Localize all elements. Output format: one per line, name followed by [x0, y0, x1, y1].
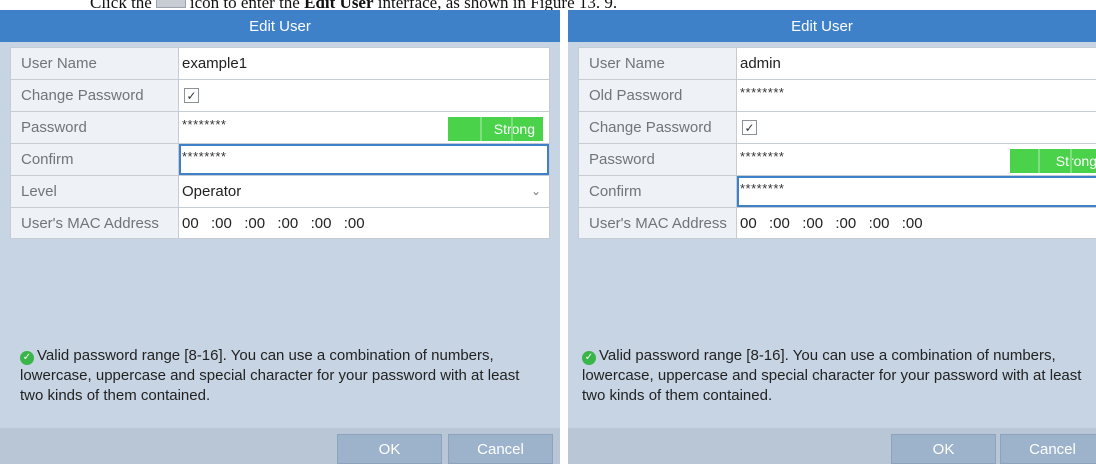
password-input[interactable]: ******** Strong — [179, 112, 549, 143]
password-label: Password — [11, 112, 179, 143]
dialog-footer: OK Cancel — [568, 428, 1096, 464]
level-value: Operator — [182, 183, 242, 200]
ok-button[interactable]: OK — [891, 434, 996, 464]
check-circle-icon: ✓ — [582, 351, 596, 365]
mac-address-label: User's MAC Address — [11, 208, 179, 238]
user-form: User Name admin Old Password ******** Ch… — [578, 47, 1096, 239]
confirm-row: Confirm ******** — [10, 143, 550, 175]
user-name-row: User Name example1 — [10, 47, 550, 79]
mac-address-input[interactable]: 00 :00 :00 :00 :00 :00 — [737, 208, 1096, 238]
dialog-footer: OK Cancel — [0, 428, 560, 464]
password-mask: ******** — [740, 149, 785, 164]
mac-address-row: User's MAC Address 00 :00 :00 :00 :00 :0… — [10, 207, 550, 239]
password-mask: ******** — [182, 117, 227, 132]
change-password-cell: ✓ — [737, 112, 1096, 143]
change-password-checkbox[interactable]: ✓ — [742, 120, 757, 135]
caption-pre: Click the — [90, 0, 152, 10]
caption-bold: Edit User — [304, 0, 374, 10]
user-name-input[interactable]: admin — [737, 48, 1096, 79]
check-circle-icon: ✓ — [20, 351, 34, 365]
password-input[interactable]: ******** Strong — [737, 144, 1096, 175]
confirm-label: Confirm — [11, 144, 179, 175]
old-password-mask: ******** — [740, 85, 785, 100]
user-name-input[interactable]: example1 — [179, 48, 549, 79]
change-password-checkbox[interactable]: ✓ — [184, 88, 199, 103]
user-name-row: User Name admin — [578, 47, 1096, 79]
password-hint: ✓ Valid password range [8-16]. You can us… — [20, 346, 540, 406]
user-name-label: User Name — [11, 48, 179, 79]
cancel-button[interactable]: Cancel — [448, 434, 553, 464]
edit-user-dialog-left: Edit User User Name example1 Change Pass… — [0, 10, 560, 464]
strength-divider — [1038, 149, 1040, 173]
password-strength-text: Strong — [1055, 153, 1096, 169]
confirm-input[interactable]: ******** — [737, 176, 1096, 207]
confirm-mask: ******** — [740, 181, 785, 196]
mac-address-row: User's MAC Address 00 :00 :00 :00 :00 :0… — [578, 207, 1096, 239]
ok-button[interactable]: OK — [337, 434, 442, 464]
old-password-input[interactable]: ******** — [737, 80, 1096, 111]
confirm-mask: ******** — [182, 149, 227, 164]
caption-tail: interface, as shown in Figure 13. 9. — [377, 0, 618, 10]
strength-divider — [511, 117, 513, 141]
password-hint-text: Valid password range [8-16]. You can use… — [582, 347, 1082, 404]
change-password-row: Change Password ✓ — [578, 111, 1096, 143]
password-hint: ✓ Valid password range [8-16]. You can us… — [582, 346, 1082, 406]
change-password-row: Change Password ✓ — [10, 79, 550, 111]
password-label: Password — [579, 144, 737, 175]
dialog-title: Edit User — [0, 10, 560, 42]
edit-icon — [155, 0, 186, 8]
user-form: User Name example1 Change Password ✓ Pas… — [10, 47, 550, 239]
password-row: Password ******** Strong — [578, 143, 1096, 175]
dialog-title: Edit User — [568, 10, 1096, 42]
old-password-label: Old Password — [579, 80, 737, 111]
password-strength-badge: Strong — [448, 117, 543, 141]
level-select[interactable]: Operator ⌄ — [179, 176, 549, 207]
level-label: Level — [11, 176, 179, 207]
level-row: Level Operator ⌄ — [10, 175, 550, 207]
confirm-input[interactable]: ******** — [179, 144, 549, 175]
password-hint-text: Valid password range [8-16]. You can use… — [20, 347, 520, 404]
mac-address-value: 00 :00 :00 :00 :00 :00 — [182, 214, 365, 232]
confirm-row: Confirm ******** — [578, 175, 1096, 207]
password-row: Password ******** Strong — [10, 111, 550, 143]
old-password-row: Old Password ******** — [578, 79, 1096, 111]
mac-address-value: 00 :00 :00 :00 :00 :00 — [740, 214, 923, 232]
chevron-down-icon: ⌄ — [530, 184, 541, 198]
strength-divider — [480, 117, 482, 141]
caption-post: icon to enter the — [189, 0, 300, 10]
password-strength-badge: Strong — [1010, 149, 1096, 173]
change-password-label: Change Password — [11, 80, 179, 111]
strength-divider — [1070, 149, 1072, 173]
mac-address-input[interactable]: 00 :00 :00 :00 :00 :00 — [179, 208, 549, 238]
change-password-cell: ✓ — [179, 80, 549, 111]
password-strength-text: Strong — [493, 121, 535, 137]
cancel-button[interactable]: Cancel — [1000, 434, 1096, 464]
mac-address-label: User's MAC Address — [579, 208, 737, 238]
user-name-label: User Name — [579, 48, 737, 79]
confirm-label: Confirm — [579, 176, 737, 207]
change-password-label: Change Password — [579, 112, 737, 143]
edit-user-dialog-right: Edit User User Name admin Old Password *… — [568, 10, 1096, 464]
figure-caption: Click the icon to enter the Edit User int… — [90, 0, 1096, 10]
